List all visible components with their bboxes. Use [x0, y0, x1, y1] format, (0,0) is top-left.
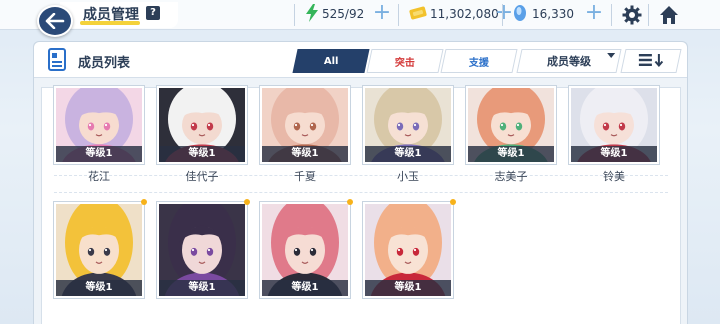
- panel-header: 成员列表 All 突击 支援 成员等级: [34, 42, 687, 78]
- sort-label: 成员等级: [547, 55, 591, 68]
- new-indicator-dot: [450, 199, 456, 205]
- filter-support-label: 支援: [469, 57, 489, 69]
- member-name: 小玉: [397, 170, 419, 183]
- filter-all-label: All: [323, 55, 339, 67]
- member-portrait: 等级1: [157, 86, 247, 164]
- lightning-icon: [306, 4, 318, 22]
- member-level-label: 等级1: [468, 146, 554, 162]
- sort-dropdown[interactable]: 成员等级: [516, 49, 622, 73]
- divider: [611, 4, 612, 26]
- member-portrait: 等级1: [466, 86, 556, 164]
- filter-attacker-label: 突击: [395, 57, 415, 69]
- row-divider: [54, 192, 668, 193]
- top-bar: 成员管理 ? 525/92 + 11,302,080 + 16,330 +: [0, 0, 720, 30]
- back-arrow-icon: [45, 13, 65, 29]
- member-level-label: 等级1: [365, 280, 451, 296]
- member-card[interactable]: 等级1: [363, 199, 456, 310]
- filter-attacker-tab[interactable]: 突击: [366, 49, 444, 73]
- list-sort-icon: [637, 53, 665, 70]
- member-level-label: 等级1: [159, 280, 245, 296]
- member-portrait: 等级1: [157, 202, 247, 298]
- page-title: 成员管理: [83, 7, 139, 23]
- member-level-label: 等级1: [365, 146, 451, 162]
- filter-all-tab[interactable]: All: [292, 49, 370, 73]
- gems-value: 16,330: [532, 7, 574, 21]
- member-portrait: 等级1: [260, 202, 350, 298]
- member-portrait: 等级1: [569, 86, 659, 164]
- member-level-label: 等级1: [571, 146, 657, 162]
- panel-title: 成员列表: [78, 56, 131, 71]
- help-icon[interactable]: ?: [146, 6, 160, 20]
- divider: [398, 4, 399, 26]
- member-grid: 等级1 花江 等级1 佳代子 等级1 千夏 等级1 小玉 等级1 志美子 等级1 铃美 等级1 等级1 等级…: [41, 86, 681, 324]
- member-portrait: 等级1: [363, 86, 453, 164]
- member-name: 千夏: [294, 170, 316, 183]
- home-icon[interactable]: [656, 2, 682, 28]
- gear-icon[interactable]: [619, 2, 645, 28]
- new-indicator-dot: [244, 199, 250, 205]
- member-card[interactable]: 等级1 小玉: [363, 86, 453, 190]
- member-card[interactable]: 等级1: [54, 199, 147, 310]
- member-portrait: 等级1: [363, 202, 453, 298]
- back-button[interactable]: [37, 5, 73, 37]
- credit-ticket-icon: [409, 6, 427, 20]
- divider: [502, 4, 503, 26]
- member-level-label: 等级1: [159, 146, 245, 162]
- member-card[interactable]: 等级1 佳代子: [157, 86, 247, 190]
- gem-icon: [514, 5, 526, 21]
- member-card[interactable]: 等级1: [157, 199, 250, 310]
- member-name: 佳代子: [185, 170, 219, 183]
- credits-value: 11,302,080: [430, 7, 499, 21]
- member-card[interactable]: 等级1 花江: [54, 86, 144, 190]
- member-level-label: 等级1: [262, 280, 348, 296]
- member-name: 铃美: [603, 170, 625, 183]
- member-portrait: 等级1: [54, 86, 144, 164]
- divider: [648, 4, 649, 26]
- member-name: 志美子: [494, 170, 528, 183]
- member-portrait: 等级1: [260, 86, 350, 164]
- member-level-label: 等级1: [56, 280, 142, 296]
- member-level-label: 等级1: [56, 146, 142, 162]
- member-card[interactable]: 等级1: [260, 199, 353, 310]
- add-gems-button[interactable]: +: [583, 2, 605, 26]
- add-stamina-button[interactable]: +: [371, 2, 393, 26]
- member-list-panel: 成员列表 All 突击 支援 成员等级 等级1 花江 等级1 佳代子 等级1 千夏 等级1 小…: [33, 41, 688, 324]
- member-card[interactable]: 等级1 志美子: [466, 86, 556, 190]
- member-portrait: 等级1: [54, 202, 144, 298]
- stamina-value: 525/92: [322, 7, 365, 21]
- member-level-label: 等级1: [262, 146, 348, 162]
- dropdown-triangle-icon: [607, 53, 616, 58]
- sort-order-button[interactable]: [620, 49, 682, 73]
- member-name: 花江: [88, 170, 110, 183]
- filter-support-tab[interactable]: 支援: [440, 49, 518, 73]
- new-indicator-dot: [141, 199, 147, 205]
- new-indicator-dot: [347, 199, 353, 205]
- member-list-icon: [48, 48, 66, 71]
- member-card[interactable]: 等级1 铃美: [569, 86, 659, 190]
- member-card[interactable]: 等级1 千夏: [260, 86, 350, 190]
- divider: [294, 4, 295, 26]
